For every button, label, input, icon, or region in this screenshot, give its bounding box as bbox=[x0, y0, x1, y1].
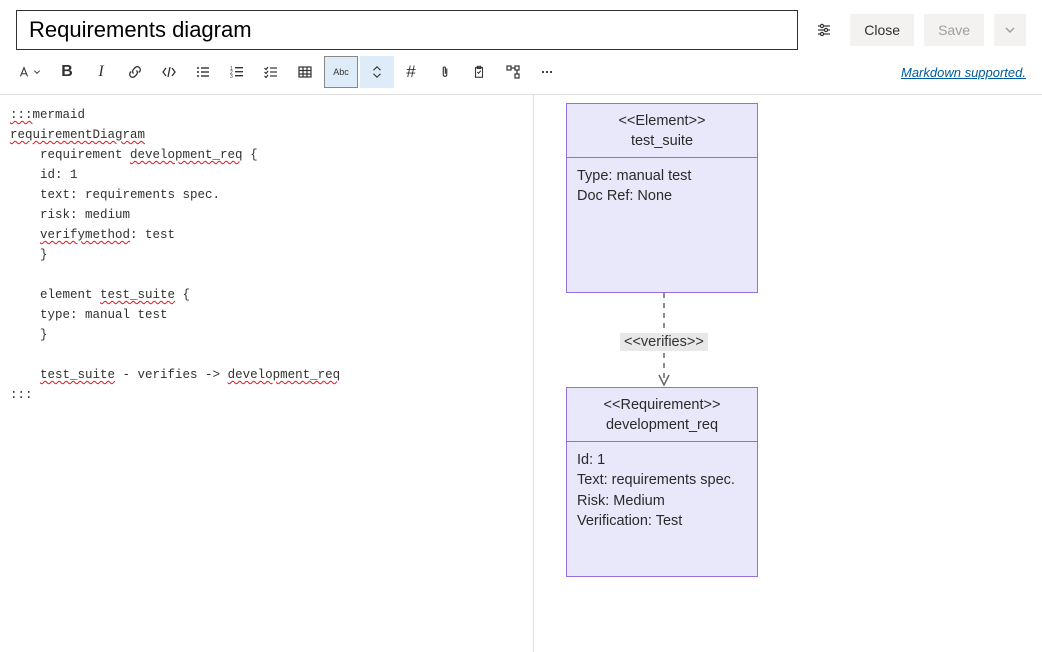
collapse-button[interactable] bbox=[360, 56, 394, 88]
toolbar: B I 1 2 3 bbox=[0, 50, 1042, 95]
heading-button[interactable]: # bbox=[394, 56, 428, 88]
more-button[interactable] bbox=[530, 56, 564, 88]
diagram-element-box: <<Element>> test_suite Type: manual test… bbox=[566, 103, 758, 293]
bullet-list-button[interactable] bbox=[186, 56, 220, 88]
header: Close Save bbox=[0, 0, 1042, 50]
save-button[interactable]: Save bbox=[924, 14, 984, 46]
diagram-element-body: Type: manual test Doc Ref: None bbox=[567, 158, 757, 215]
content-split: :::mermaid requirementDiagram requiremen… bbox=[0, 95, 1042, 652]
link-button[interactable] bbox=[118, 56, 152, 88]
close-button[interactable]: Close bbox=[850, 14, 914, 46]
settings-icon[interactable] bbox=[808, 14, 840, 46]
diagram-edge-label: <<verifies>> bbox=[620, 333, 708, 351]
diagram-element-title: <<Element>> test_suite bbox=[567, 104, 757, 158]
work-item-link-button[interactable] bbox=[496, 56, 530, 88]
table-button[interactable] bbox=[288, 56, 322, 88]
numbered-list-button[interactable]: 1 2 3 bbox=[220, 56, 254, 88]
save-dropdown-button[interactable] bbox=[994, 14, 1026, 46]
diagram-requirement-box: <<Requirement>> development_req Id: 1 Te… bbox=[566, 387, 758, 577]
diagram-requirement-body: Id: 1 Text: requirements spec. Risk: Med… bbox=[567, 442, 757, 539]
preview-pane: <<Element>> test_suite Type: manual test… bbox=[534, 95, 1042, 652]
text-color-button[interactable] bbox=[8, 56, 50, 88]
italic-button[interactable]: I bbox=[84, 56, 118, 88]
checklist-button[interactable] bbox=[254, 56, 288, 88]
svg-text:3: 3 bbox=[230, 74, 233, 80]
highlight-button[interactable]: Abc bbox=[324, 56, 358, 88]
markdown-supported-link[interactable]: Markdown supported. bbox=[901, 65, 1026, 80]
diagram-requirement-title: <<Requirement>> development_req bbox=[567, 388, 757, 442]
title-input[interactable] bbox=[16, 10, 798, 50]
markdown-editor[interactable]: :::mermaid requirementDiagram requiremen… bbox=[0, 95, 534, 652]
code-button[interactable] bbox=[152, 56, 186, 88]
clipboard-button[interactable] bbox=[462, 56, 496, 88]
bold-button[interactable]: B bbox=[50, 56, 84, 88]
attachment-button[interactable] bbox=[428, 56, 462, 88]
